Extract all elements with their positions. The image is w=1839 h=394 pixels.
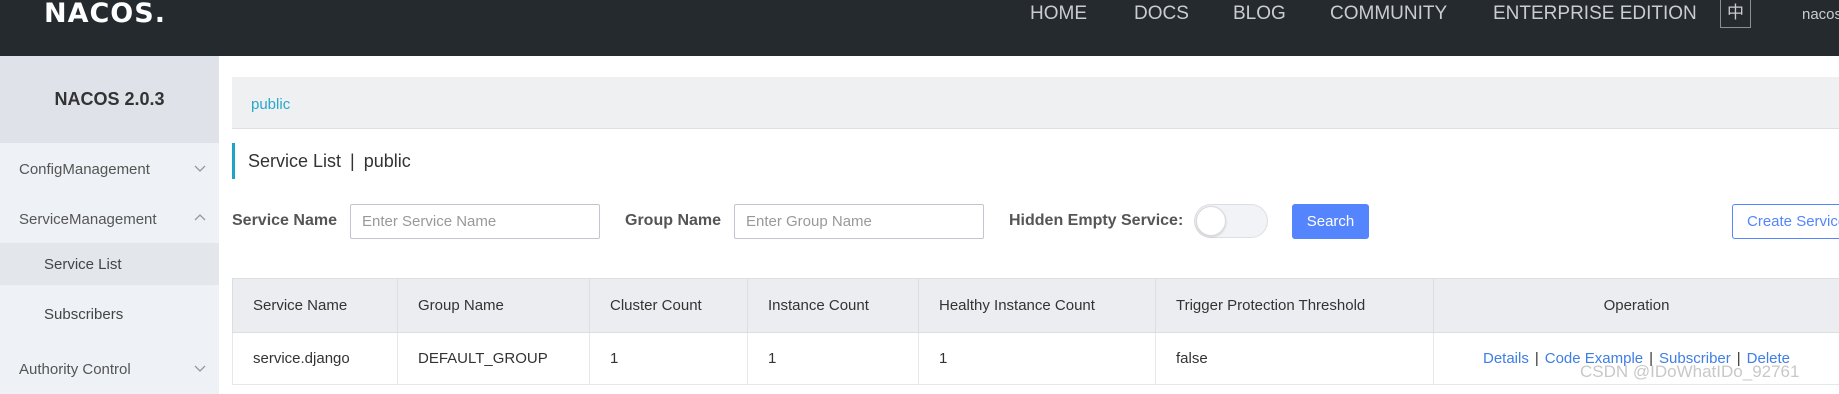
sidebar: NACOS 2.0.3 ConfigManagement ServiceMana…: [0, 56, 219, 394]
toggle-knob: [1196, 206, 1226, 236]
hidden-empty-service-label: Hidden Empty Service:: [1009, 212, 1184, 229]
page-title-text: Service List: [248, 151, 342, 171]
version-title: NACOS 2.0.3: [54, 89, 165, 109]
page-title: Service List | public: [232, 143, 411, 179]
sidebar-item-service-management[interactable]: ServiceManagement: [0, 199, 219, 239]
group-name-label: Group Name: [625, 212, 722, 229]
chevron-up-icon: [194, 214, 206, 221]
cell-trigger-protection-threshold: false: [1155, 332, 1434, 385]
nav-docs[interactable]: DOCS: [1134, 3, 1189, 25]
create-service-button[interactable]: Create Service: [1732, 204, 1839, 239]
cell-service-name: service.django: [232, 332, 398, 385]
column-header-cluster-count[interactable]: Cluster Count: [589, 278, 748, 333]
nav-blog[interactable]: BLOG: [1233, 3, 1286, 25]
sidebar-item-label: ConfigManagement: [19, 161, 150, 178]
title-separator: |: [350, 151, 355, 171]
column-header-healthy-instance-count[interactable]: Healthy Instance Count: [918, 278, 1156, 333]
sidebar-item-service-list[interactable]: Service List: [0, 243, 219, 285]
sidebar-item-label: ServiceManagement: [19, 211, 157, 228]
chevron-down-icon: [194, 365, 206, 372]
sidebar-item-config-management[interactable]: ConfigManagement: [0, 149, 219, 189]
cell-healthy-instance-count: 1: [918, 332, 1156, 385]
group-name-input[interactable]: [734, 204, 984, 239]
column-header-instance-count[interactable]: Instance Count: [747, 278, 919, 333]
sidebar-item-label: Service List: [44, 256, 122, 273]
column-header-service-name[interactable]: Service Name: [232, 278, 398, 333]
table-header-row: Service Name Group Name Cluster Count In…: [232, 278, 1839, 333]
namespace-public-link[interactable]: public: [251, 96, 290, 113]
sidebar-item-label: Authority Control: [19, 361, 131, 378]
language-switch-button[interactable]: 中: [1720, 0, 1751, 28]
service-name-label: Service Name: [232, 212, 337, 229]
cell-instance-count: 1: [747, 332, 919, 385]
page-title-namespace: public: [363, 151, 411, 171]
sidebar-item-authority-control[interactable]: Authority Control: [0, 349, 219, 389]
op-separator: |: [1534, 350, 1539, 367]
hidden-empty-service-toggle[interactable]: [1194, 204, 1268, 238]
sidebar-item-label: Subscribers: [44, 306, 124, 323]
service-name-input[interactable]: [350, 204, 600, 239]
nav-home[interactable]: HOME: [1030, 3, 1087, 25]
search-button[interactable]: Search: [1292, 204, 1369, 239]
csdn-watermark: CSDN @IDoWhatIDo_92761: [1580, 362, 1800, 381]
nacos-logo[interactable]: NACOS.: [44, 0, 166, 29]
column-header-trigger-protection-threshold[interactable]: Trigger Protection Threshold: [1155, 278, 1434, 333]
sidebar-item-subscribers[interactable]: Subscribers: [0, 293, 219, 335]
namespace-bar: public: [232, 77, 1839, 129]
details-link[interactable]: Details: [1483, 350, 1529, 367]
top-nav-bar: NACOS. HOME DOCS BLOG COMMUNITY ENTERPRI…: [0, 0, 1839, 56]
user-name[interactable]: nacos: [1802, 6, 1839, 23]
sidebar-title: NACOS 2.0.3: [0, 56, 219, 143]
nav-enterprise-edition[interactable]: ENTERPRISE EDITION: [1493, 3, 1697, 25]
column-header-group-name[interactable]: Group Name: [397, 278, 590, 333]
chevron-down-icon: [194, 165, 206, 172]
cell-cluster-count: 1: [589, 332, 748, 385]
nav-community[interactable]: COMMUNITY: [1330, 3, 1447, 25]
column-header-operation: Operation: [1433, 278, 1839, 333]
cell-group-name: DEFAULT_GROUP: [397, 332, 590, 385]
